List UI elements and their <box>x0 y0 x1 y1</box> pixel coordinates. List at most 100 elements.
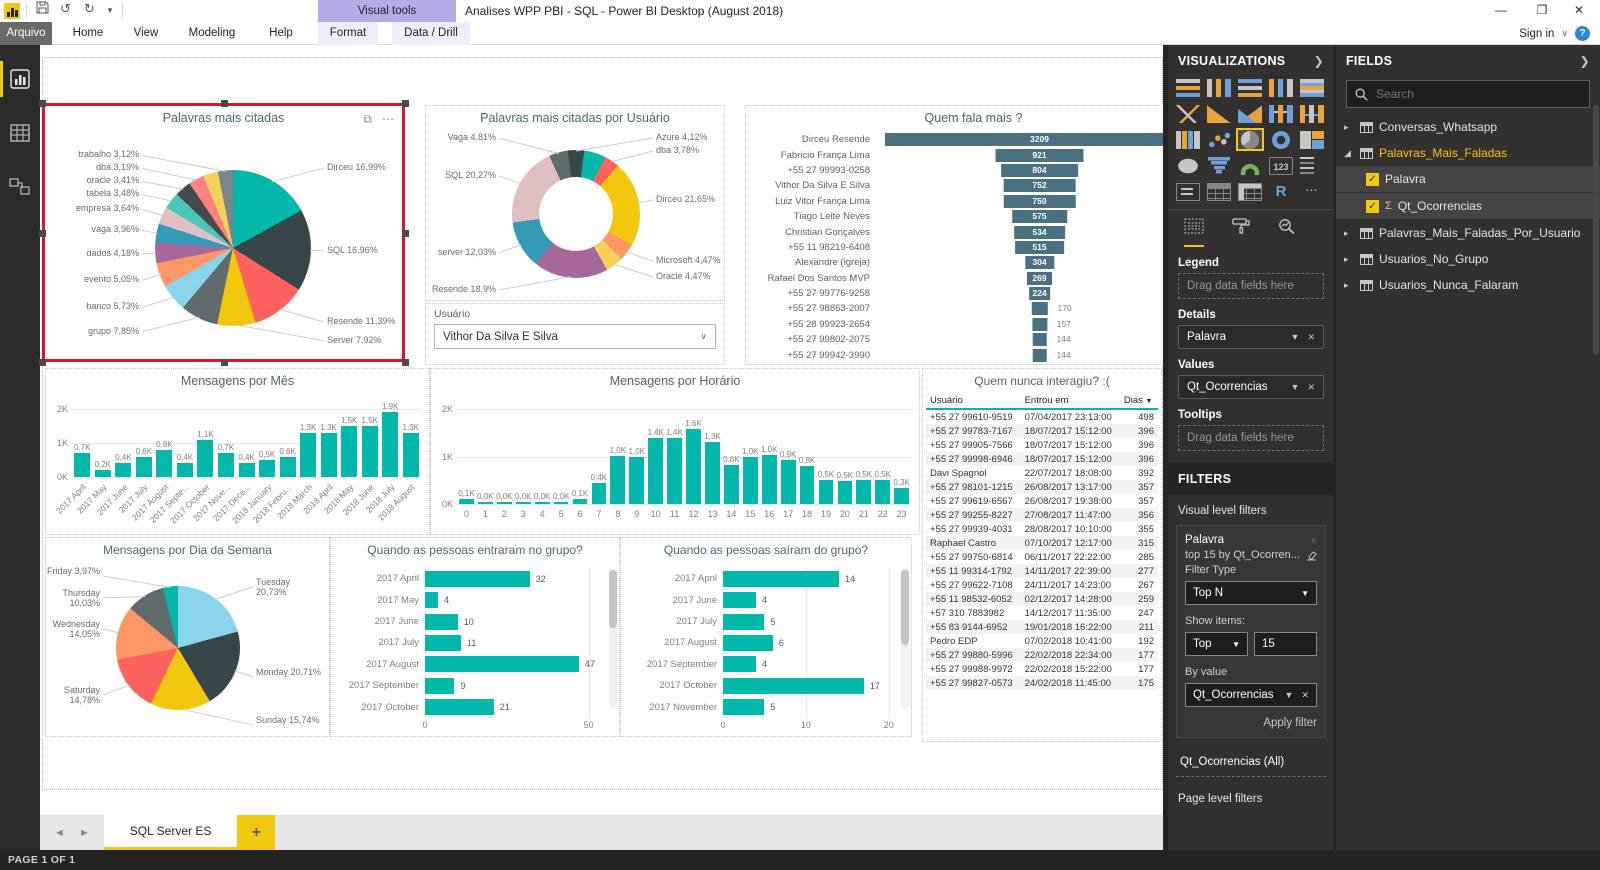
dataset-usuarios_no_grupo[interactable]: ▸Usuarios_No_Grupo <box>1336 246 1600 272</box>
hbar-row[interactable]: 2017 September4 <box>627 654 897 675</box>
column-header[interactable]: Usuário <box>926 393 1021 409</box>
resize-handle[interactable] <box>402 230 409 237</box>
column[interactable]: 0,0K <box>514 397 533 504</box>
viz-type-funnel[interactable] <box>1205 154 1233 177</box>
resize-handle[interactable] <box>39 100 46 107</box>
visual-mensagens-por-dia-semana[interactable]: Mensagens por Dia da Semana Tuesday 20,7… <box>45 537 330 737</box>
tab-view[interactable]: View <box>125 22 167 45</box>
column[interactable]: 0,2K <box>93 397 114 477</box>
page-tab-sql-server-es[interactable]: SQL Server ES <box>104 815 238 850</box>
table-row[interactable]: +55 27 99610-951907/04/2017 23:13:00498 <box>926 409 1158 424</box>
bar[interactable] <box>497 502 512 504</box>
bar[interactable] <box>425 571 530 587</box>
funnel-row[interactable]: +55 27 99942-3990144 <box>746 347 1201 362</box>
visual-sairam-do-grupo[interactable]: Quando as pessoas saíram do grupo? 2017 … <box>620 537 912 737</box>
report-view-button[interactable] <box>0 59 40 99</box>
visual-entraram-no-grupo[interactable]: Quando as pessoas entraram no grupo? 201… <box>330 537 620 737</box>
column[interactable]: 0,8K <box>154 397 175 477</box>
hbar-row[interactable]: 2017 November5 <box>627 697 897 718</box>
redo-button[interactable]: ↻ <box>84 1 95 17</box>
expand-arrow-icon[interactable]: ▸ <box>1344 280 1354 291</box>
bar[interactable] <box>838 481 853 504</box>
table-row[interactable]: +55 27 99880-599622/02/2018 22:34:00177 <box>926 648 1158 662</box>
funnel-bar[interactable]: 304 <box>1025 256 1054 269</box>
bar[interactable] <box>762 455 777 504</box>
table-row[interactable]: +55 27 99988-997222/02/2018 15:22:00177 <box>926 662 1158 676</box>
funnel-row[interactable]: Fabricio França Lima921 <box>746 147 1201 162</box>
viz-type-hbar-cl[interactable] <box>1236 76 1264 99</box>
visual-mensagens-por-mes[interactable]: Mensagens por Mês 0K1K2K0,7K0,2K0,4K0,6K… <box>45 368 430 535</box>
bar[interactable] <box>819 480 834 504</box>
viz-type-area[interactable] <box>1205 102 1233 125</box>
bar[interactable] <box>459 499 474 504</box>
bar[interactable] <box>723 656 756 672</box>
search-input[interactable] <box>1376 87 1566 101</box>
format-pane-tab[interactable] <box>1232 218 1250 247</box>
data-view-button[interactable] <box>0 113 40 153</box>
bar[interactable] <box>425 614 458 630</box>
viz-type-mcard[interactable] <box>1298 154 1326 177</box>
table-row[interactable]: +55 27 99827-057324/02/2018 11:45:00175 <box>926 676 1158 690</box>
bar[interactable] <box>156 450 172 477</box>
funnel-bar[interactable]: 224 <box>1029 287 1051 300</box>
funnel-bar[interactable] <box>1031 302 1047 315</box>
column[interactable]: 0,5K <box>817 397 836 504</box>
tab-arquivo[interactable]: Arquivo <box>0 22 52 45</box>
bar[interactable] <box>425 699 494 715</box>
column[interactable]: 0,5K <box>257 397 278 477</box>
viz-type-card[interactable]: 123 <box>1267 154 1295 177</box>
column[interactable]: 0,3K <box>892 397 911 504</box>
viz-type-donut[interactable] <box>1267 128 1295 151</box>
dataset-palavras_mais_faladas_por_usuario[interactable]: ▸Palavras_Mais_Faladas_Por_Usuario <box>1336 220 1600 246</box>
clear-filter-icon[interactable] <box>1306 550 1317 561</box>
table-row[interactable]: +55 27 99998-694618/07/2017 15:12:00396 <box>926 452 1158 466</box>
palavra-filter-card[interactable]: Palavra ∧ top 15 by Qt_Ocorren... Filter… <box>1176 525 1326 738</box>
expand-arrow-icon[interactable]: ▸ <box>1344 254 1354 265</box>
column-header[interactable]: Entrou em <box>1021 393 1120 409</box>
bar[interactable] <box>705 442 720 504</box>
column[interactable]: 1,3K <box>318 397 339 477</box>
table-row[interactable]: +55 27 99905-756618/07/2017 15:12:00396 <box>926 438 1158 452</box>
column[interactable]: 0,0K <box>476 397 495 504</box>
sign-in-chevron-icon[interactable]: ∨ <box>1561 28 1568 39</box>
field-chip-qt_ocorrencias[interactable]: Qt_Ocorrencias▼✕ <box>1178 375 1324 399</box>
funnel-bar[interactable]: 752 <box>1003 179 1076 192</box>
bar[interactable] <box>610 456 625 504</box>
viz-type-tree[interactable] <box>1298 128 1326 151</box>
bar[interactable] <box>341 426 357 477</box>
visual-quem-nunca-interagiu[interactable]: Quem nunca interagiu? :( UsuárioEntrou e… <box>922 368 1162 742</box>
funnel-row[interactable]: Rafael Dos Santos MVP269 <box>746 271 1201 286</box>
tab-modeling[interactable]: Modeling <box>180 22 244 45</box>
bar[interactable] <box>573 499 588 504</box>
bar[interactable] <box>516 502 531 504</box>
bar[interactable] <box>280 457 296 477</box>
bar[interactable] <box>723 614 764 630</box>
dia-body-pie[interactable] <box>116 586 240 710</box>
hbar-row[interactable]: 2017 October17 <box>627 675 897 696</box>
show-count-input[interactable]: 15 <box>1254 632 1317 656</box>
funnel-bar[interactable]: 804 <box>1001 164 1079 177</box>
remove-field-icon[interactable]: ✕ <box>1301 690 1309 701</box>
hbar-row[interactable]: 2017 June10 <box>337 611 605 632</box>
bar[interactable] <box>724 465 739 504</box>
bar[interactable] <box>136 457 152 477</box>
funnel-bar[interactable]: 3209 <box>884 133 1194 146</box>
bar[interactable] <box>781 460 796 504</box>
tab-help[interactable]: Help <box>257 22 305 45</box>
column[interactable]: 0,6K <box>277 397 298 477</box>
column[interactable]: 1,0K <box>760 397 779 504</box>
funnel-row[interactable]: +55 11 98219-6408515 <box>746 240 1201 255</box>
visual-mensagens-por-horario[interactable]: Mensagens por Horário 0K1K2K0,1K0,0K0,0K… <box>430 368 920 535</box>
table-row[interactable]: +55 27 99255-822727/08/2017 11:47:00356 <box>926 508 1158 522</box>
visual-quem-fala-mais[interactable]: Quem fala mais ? Dirceu Resende3209Fabri… <box>745 105 1202 365</box>
by-value-chip[interactable]: Qt_Ocorrencias ▼✕ <box>1185 683 1317 707</box>
bar[interactable] <box>800 466 815 504</box>
remove-field-icon[interactable]: ✕ <box>1307 382 1315 393</box>
bar[interactable] <box>403 433 419 477</box>
analytics-pane-tab[interactable] <box>1278 218 1296 247</box>
hbar-row[interactable]: 2017 May4 <box>337 589 605 610</box>
bar[interactable] <box>592 483 607 504</box>
bar[interactable] <box>478 502 493 504</box>
bar[interactable] <box>425 592 438 608</box>
bar[interactable] <box>425 635 461 651</box>
